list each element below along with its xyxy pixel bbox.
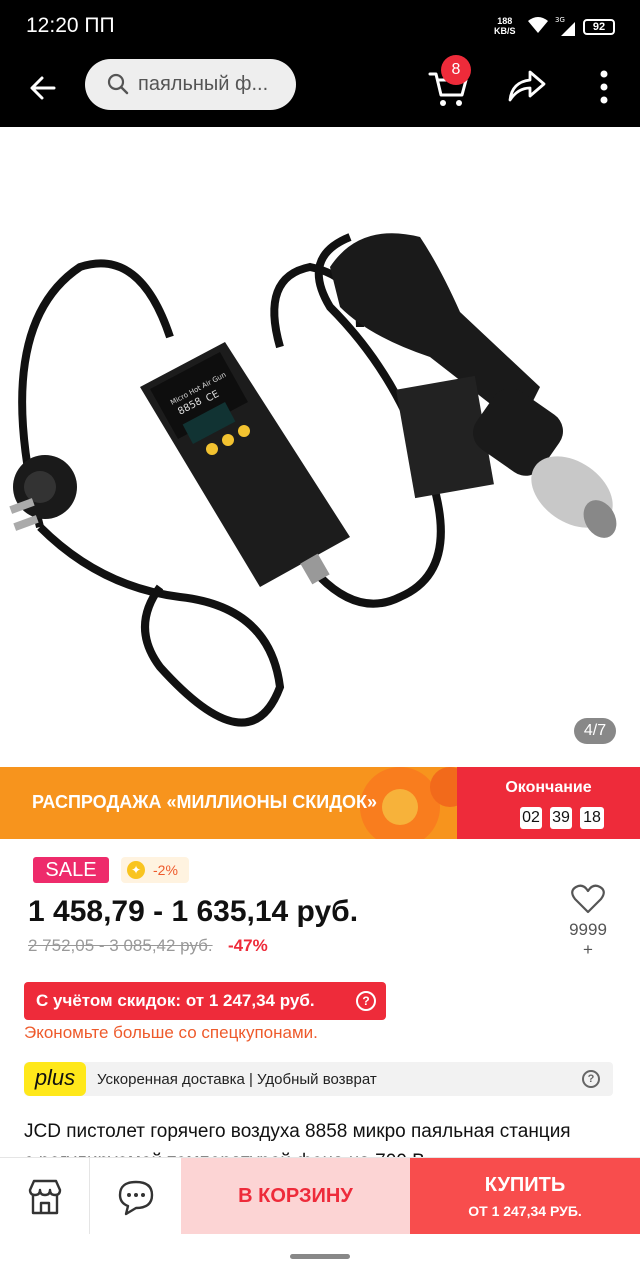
countdown-label: Окончание bbox=[505, 779, 592, 796]
countdown-hours: 02 bbox=[520, 807, 542, 829]
store-button[interactable] bbox=[0, 1158, 90, 1235]
network-speed-unit: KB/S bbox=[494, 26, 516, 36]
store-icon bbox=[28, 1179, 62, 1215]
status-bar: 12:20 ПП 188 KB/S 3G 92 bbox=[0, 0, 640, 52]
search-query: паяльный ф... bbox=[138, 73, 269, 95]
buy-now-button[interactable]: КУПИТЬ ОТ 1 247,34 РУБ. bbox=[410, 1158, 640, 1235]
help-icon[interactable]: ? bbox=[356, 991, 376, 1011]
control-box: Micro Hot Air Gun 8858 CE bbox=[140, 342, 350, 587]
home-indicator[interactable] bbox=[290, 1254, 350, 1259]
buy-now-price: ОТ 1 247,34 РУБ. bbox=[468, 1203, 582, 1219]
signal-icon: 3G bbox=[555, 16, 575, 36]
search-icon bbox=[107, 73, 129, 95]
plus-logo: plus bbox=[24, 1062, 86, 1096]
sale-countdown: Окончание 02 39 18 bbox=[457, 767, 640, 839]
original-price: 2 752,05 - 3 085,42 руб. bbox=[28, 936, 213, 955]
wifi-icon bbox=[528, 17, 548, 33]
top-navbar: паяльный ф... 8 bbox=[0, 52, 640, 127]
wishlist-plus: + bbox=[583, 940, 593, 959]
coupon-price-box[interactable]: С учётом скидок: от 1 247,34 руб. ? bbox=[24, 982, 386, 1020]
battery-indicator: 92 bbox=[583, 19, 615, 35]
image-counter: 4/7 bbox=[574, 718, 616, 744]
countdown-minutes: 39 bbox=[550, 807, 572, 829]
share-icon[interactable] bbox=[502, 64, 548, 110]
buy-now-label: КУПИТЬ bbox=[484, 1174, 566, 1196]
add-to-cart-button[interactable]: В КОРЗИНУ bbox=[181, 1158, 410, 1235]
power-plug bbox=[9, 455, 77, 531]
network-speed: 188 KB/S bbox=[494, 16, 516, 36]
plus-benefits-bar[interactable]: plus Ускоренная доставка | Удобный возвр… bbox=[24, 1062, 613, 1096]
hot-air-gun bbox=[330, 233, 617, 538]
network-speed-value: 188 bbox=[497, 16, 513, 26]
sale-banner[interactable]: РАСПРОДАЖА «МИЛЛИОНЫ СКИДОК» Окончание 0… bbox=[0, 767, 640, 839]
search-bar[interactable]: паяльный ф... bbox=[85, 59, 296, 110]
coin-discount-text: -2% bbox=[153, 862, 178, 878]
coupon-price-text: С учётом скидок: от 1 247,34 руб. bbox=[36, 991, 315, 1010]
sale-banner-title: РАСПРОДАЖА «МИЛЛИОНЫ СКИДОК» bbox=[32, 792, 378, 812]
wishlist-count: 9999 bbox=[569, 920, 607, 939]
product-title: JCD пистолет горячего воздуха 8858 микро… bbox=[24, 1121, 571, 1159]
back-arrow-icon[interactable] bbox=[22, 66, 66, 110]
sale-badge: SALE bbox=[33, 857, 109, 883]
heart-icon bbox=[571, 884, 605, 914]
cart-count-badge: 8 bbox=[441, 55, 471, 85]
bottom-action-bar: В КОРЗИНУ КУПИТЬ ОТ 1 247,34 РУБ. bbox=[0, 1157, 640, 1235]
chat-icon bbox=[118, 1180, 154, 1216]
coin-icon: ✦ bbox=[127, 861, 145, 879]
more-options-icon[interactable] bbox=[588, 64, 620, 110]
special-coupons-link[interactable]: Экономьте больше со спецкупонами. bbox=[24, 1023, 318, 1043]
plus-benefits-text: Ускоренная доставка | Удобный возврат bbox=[97, 1071, 377, 1088]
product-image: Micro Hot Air Gun 8858 CE bbox=[9, 233, 617, 727]
product-price: 1 458,79 - 1 635,14 руб. bbox=[28, 895, 359, 928]
help-icon[interactable]: ? bbox=[582, 1070, 600, 1088]
coin-discount-badge[interactable]: ✦ -2% bbox=[121, 857, 189, 883]
chat-button[interactable] bbox=[90, 1158, 181, 1235]
status-time: 12:20 ПП bbox=[26, 14, 115, 37]
gesture-bar bbox=[0, 1234, 640, 1280]
network-type: 3G bbox=[555, 16, 565, 24]
wishlist-button[interactable]: 9999 + bbox=[563, 884, 613, 970]
countdown-timer: 02 39 18 bbox=[520, 807, 640, 829]
product-image-gallery[interactable]: Micro Hot Air Gun 8858 CE 4/7 bbox=[0, 127, 640, 767]
countdown-seconds: 18 bbox=[580, 807, 604, 829]
discount-percent: -47% bbox=[228, 936, 268, 955]
